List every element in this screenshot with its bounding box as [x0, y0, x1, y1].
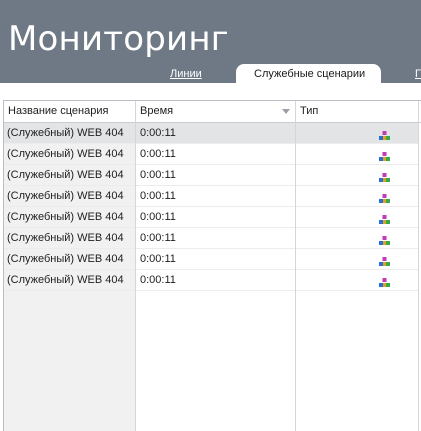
tab-more[interactable]: П	[415, 68, 421, 80]
tab-lines[interactable]: Линии	[170, 68, 202, 80]
scenario-type-icon	[379, 170, 390, 182]
scenario-type-cell[interactable]	[296, 144, 418, 164]
column-header-time[interactable]: Время	[140, 101, 173, 122]
scenario-type-cell[interactable]	[296, 123, 418, 143]
scenario-name-cell[interactable]: (Служебный) WEB 404	[4, 123, 135, 143]
scenario-time-cell[interactable]: 0:00:11	[136, 207, 295, 227]
scenarios-table: Название сценария Время Тип (Служебный) …	[3, 100, 421, 431]
scenario-type-icon	[379, 275, 390, 287]
scenario-type-cell[interactable]	[296, 165, 418, 185]
scenario-name-cell[interactable]: (Служебный) WEB 404	[4, 186, 135, 206]
column-divider	[418, 101, 419, 431]
page-title: Мониторинг	[8, 19, 229, 59]
scenario-time-cell[interactable]: 0:00:11	[136, 249, 295, 269]
scenario-time-cell[interactable]: 0:00:11	[136, 144, 295, 164]
column-divider	[295, 101, 296, 431]
scenario-time-cell[interactable]: 0:00:11	[136, 270, 295, 290]
scenario-type-cell[interactable]	[296, 270, 418, 290]
scenario-type-icon	[379, 212, 390, 224]
column-header-type[interactable]: Тип	[300, 101, 318, 122]
table-row[interactable]: (Служебный) WEB 404 0:00:11	[4, 123, 418, 144]
column-header-name[interactable]: Название сценария	[8, 101, 108, 122]
scenario-type-cell[interactable]	[296, 228, 418, 248]
scenario-type-icon	[379, 149, 390, 161]
sort-descending-icon[interactable]	[282, 109, 290, 114]
scenario-name-cell[interactable]: (Служебный) WEB 404	[4, 270, 135, 290]
scenario-type-icon	[379, 128, 390, 140]
scenario-time-cell[interactable]: 0:00:11	[136, 123, 295, 143]
scenario-type-cell[interactable]	[296, 207, 418, 227]
header-bar: Мониторинг Линии Служебные сценарии П	[0, 0, 421, 83]
table-header: Название сценария Время Тип	[4, 101, 421, 123]
table-row[interactable]: (Служебный) WEB 404 0:00:11	[4, 165, 418, 186]
table-row[interactable]: (Служебный) WEB 404 0:00:11	[4, 228, 418, 249]
scenario-time-cell[interactable]: 0:00:11	[136, 186, 295, 206]
table-row[interactable]: (Служебный) WEB 404 0:00:11	[4, 249, 418, 270]
scenario-type-cell[interactable]	[296, 249, 418, 269]
scenario-type-cell[interactable]	[296, 186, 418, 206]
table-row[interactable]: (Служебный) WEB 404 0:00:11	[4, 270, 418, 291]
scenario-name-cell[interactable]: (Служебный) WEB 404	[4, 144, 135, 164]
table-row[interactable]: (Служебный) WEB 404 0:00:11	[4, 186, 418, 207]
scenario-name-cell[interactable]: (Служебный) WEB 404	[4, 207, 135, 227]
scenario-time-cell[interactable]: 0:00:11	[136, 165, 295, 185]
column-divider	[135, 101, 136, 431]
scenario-name-cell[interactable]: (Служебный) WEB 404	[4, 249, 135, 269]
table-row[interactable]: (Служебный) WEB 404 0:00:11	[4, 207, 418, 228]
table-body: (Служебный) WEB 404 0:00:11 (Служебный) WE…	[4, 123, 418, 291]
scenario-type-icon	[379, 254, 390, 266]
table-row[interactable]: (Служебный) WEB 404 0:00:11	[4, 144, 418, 165]
scenario-name-cell[interactable]: (Служебный) WEB 404	[4, 165, 135, 185]
scenario-time-cell[interactable]: 0:00:11	[136, 228, 295, 248]
scenario-type-icon	[379, 191, 390, 203]
tab-service-scenarios-label[interactable]: Служебные сценарии	[254, 68, 365, 80]
scenario-name-cell[interactable]: (Служебный) WEB 404	[4, 228, 135, 248]
scenario-type-icon	[379, 233, 390, 245]
